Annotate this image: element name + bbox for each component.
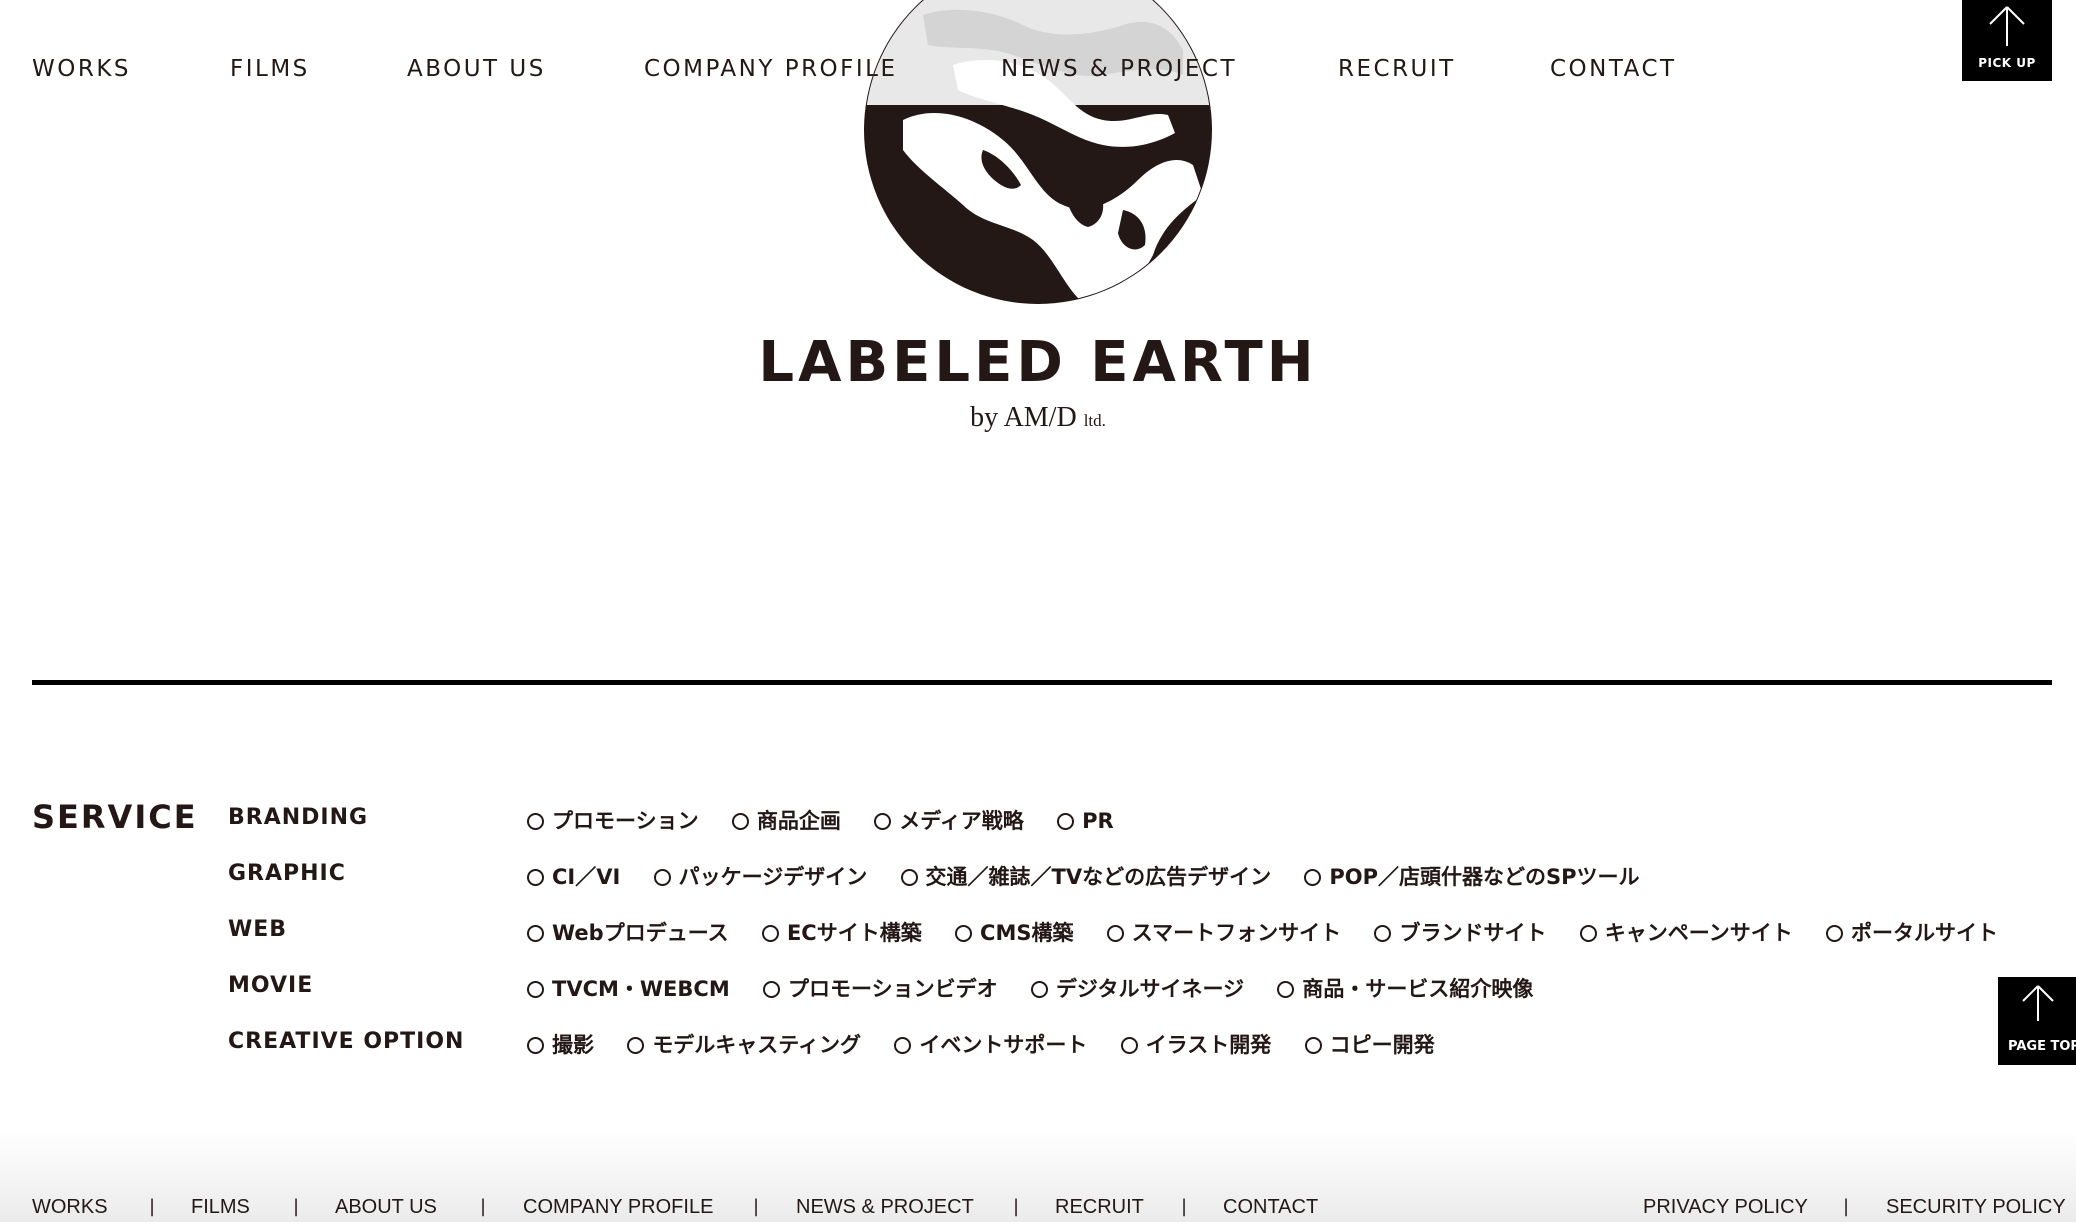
service-item: ポータルサイト (1826, 917, 1998, 947)
service-item: キャンペーンサイト (1579, 917, 1793, 947)
pickup-label: PICK UP (1978, 56, 2036, 70)
circle-icon (894, 1037, 912, 1054)
service-category: CREATIVE OPTION (228, 1029, 465, 1054)
footer-link-privacy-policy[interactable]: PRIVACY POLICY (1643, 1196, 1808, 1219)
circle-icon (761, 925, 779, 942)
circle-icon (1374, 925, 1392, 942)
circle-icon (627, 1037, 645, 1054)
circle-icon (955, 925, 973, 942)
service-items: 撮影 モデルキャスティング イベントサポート イラスト開発 コピー開発 (527, 1029, 1461, 1059)
footer-link-security-policy[interactable]: SECURITY POLICY (1886, 1196, 2066, 1219)
service-items: プロモーション 商品企画 メディア戦略 PR (527, 805, 1140, 835)
footer-separator: | (753, 1196, 760, 1217)
service-item: プロモーション (527, 805, 699, 835)
circle-icon (731, 813, 749, 830)
brand-subtitle-main: by AM/D (970, 402, 1077, 433)
service-item: POP／店頭什器などのSPツール (1304, 861, 1640, 891)
page-top-label: PAGE TOP (2008, 1039, 2076, 1054)
service-item: メディア戦略 (874, 805, 1024, 835)
circle-icon (527, 869, 544, 886)
circle-icon (527, 925, 544, 942)
service-item: 撮影 (527, 1029, 594, 1059)
circle-icon (1579, 925, 1597, 942)
nav-about-us[interactable]: ABOUT US (407, 56, 546, 82)
circle-icon (653, 869, 671, 886)
service-item: スマートフォンサイト (1106, 917, 1341, 947)
footer-link-recruit[interactable]: RECRUIT (1055, 1196, 1144, 1219)
section-divider (32, 680, 2052, 685)
service-item: イラスト開発 (1120, 1029, 1271, 1059)
service-item: ブランドサイト (1374, 917, 1546, 947)
circle-icon (1106, 925, 1124, 942)
service-category: GRAPHIC (228, 861, 346, 886)
footer-separator: | (1181, 1196, 1188, 1217)
footer-separator: | (149, 1196, 156, 1217)
nav-contact[interactable]: CONTACT (1550, 56, 1677, 82)
service-item: プロモーションビデオ (763, 973, 998, 1003)
service-item: CI／VI (527, 861, 620, 891)
circle-icon (900, 869, 918, 886)
arrow-up-icon (2022, 985, 2054, 1021)
brand-subtitle: by AM/D ltd. (0, 402, 2076, 434)
circle-icon (1826, 925, 1844, 942)
circle-icon (1030, 981, 1048, 998)
page-top-button[interactable]: PAGE TOP (1998, 977, 2076, 1065)
footer-link-works[interactable]: WORKS (32, 1196, 108, 1219)
service-item: コピー開発 (1304, 1029, 1435, 1059)
service-item: PR (1057, 809, 1114, 833)
header: WORKS FILMS ABOUT US COMPANY PROFILE NEW… (0, 0, 2076, 118)
circle-icon (1120, 1037, 1138, 1054)
circle-icon (527, 813, 544, 830)
footer-separator: | (293, 1196, 300, 1217)
service-items: Webプロデュース ECサイト構築 CMS構築 スマートフォンサイト ブランドサ… (527, 917, 2024, 947)
footer-link-films[interactable]: FILMS (191, 1196, 250, 1219)
footer-link-about-us[interactable]: ABOUT US (335, 1196, 437, 1219)
circle-icon (763, 981, 781, 998)
service-heading: SERVICE (32, 798, 198, 836)
arrow-up-icon (1989, 6, 2025, 46)
brand-title: LABELED EARTH (758, 330, 1318, 395)
nav-works[interactable]: WORKS (32, 56, 131, 82)
service-items: CI／VI パッケージデザイン 交通／雑誌／TVなどの広告デザイン POP／店頭… (527, 861, 1666, 891)
service-item: TVCM・WEBCM (527, 973, 730, 1003)
service-category: BRANDING (228, 805, 369, 830)
service-item: デジタルサイネージ (1030, 973, 1244, 1003)
service-item: ECサイト構築 (761, 917, 922, 947)
nav-news-project[interactable]: NEWS & PROJECT (1001, 56, 1237, 82)
circle-icon (1057, 813, 1075, 830)
service-category: WEB (228, 917, 288, 942)
footer-link-contact[interactable]: CONTACT (1223, 1196, 1318, 1219)
circle-icon (1304, 869, 1322, 886)
brand-subtitle-small: ltd. (1083, 411, 1106, 430)
service-item: CMS構築 (955, 917, 1073, 947)
footer-link-news-project[interactable]: NEWS & PROJECT (796, 1196, 974, 1219)
footer-separator: | (480, 1196, 487, 1217)
nav-company-profile[interactable]: COMPANY PROFILE (644, 56, 898, 82)
footer-link-company-profile[interactable]: COMPANY PROFILE (523, 1196, 713, 1219)
circle-icon (527, 981, 544, 998)
service-items: TVCM・WEBCM プロモーションビデオ デジタルサイネージ 商品・サービス紹… (527, 973, 1559, 1003)
footer-separator: | (1843, 1196, 1850, 1217)
circle-icon (1277, 981, 1295, 998)
service-item: 交通／雑誌／TVなどの広告デザイン (900, 861, 1271, 891)
service-item: イベントサポート (894, 1029, 1087, 1059)
circle-icon (874, 813, 892, 830)
service-category: MOVIE (228, 973, 314, 998)
circle-icon (527, 1037, 544, 1054)
footer-separator: | (1013, 1196, 1020, 1217)
service-item: パッケージデザイン (653, 861, 867, 891)
service-item: 商品企画 (731, 805, 841, 835)
service-item: モデルキャスティング (627, 1029, 861, 1059)
footer: WORKS | FILMS | ABOUT US | COMPANY PROFI… (0, 1130, 2076, 1222)
nav-recruit[interactable]: RECRUIT (1338, 56, 1456, 82)
pickup-button[interactable]: PICK UP (1962, 0, 2052, 81)
service-item: Webプロデュース (527, 917, 729, 947)
circle-icon (1304, 1037, 1322, 1054)
nav-films[interactable]: FILMS (230, 56, 310, 82)
service-item: 商品・サービス紹介映像 (1277, 973, 1533, 1003)
